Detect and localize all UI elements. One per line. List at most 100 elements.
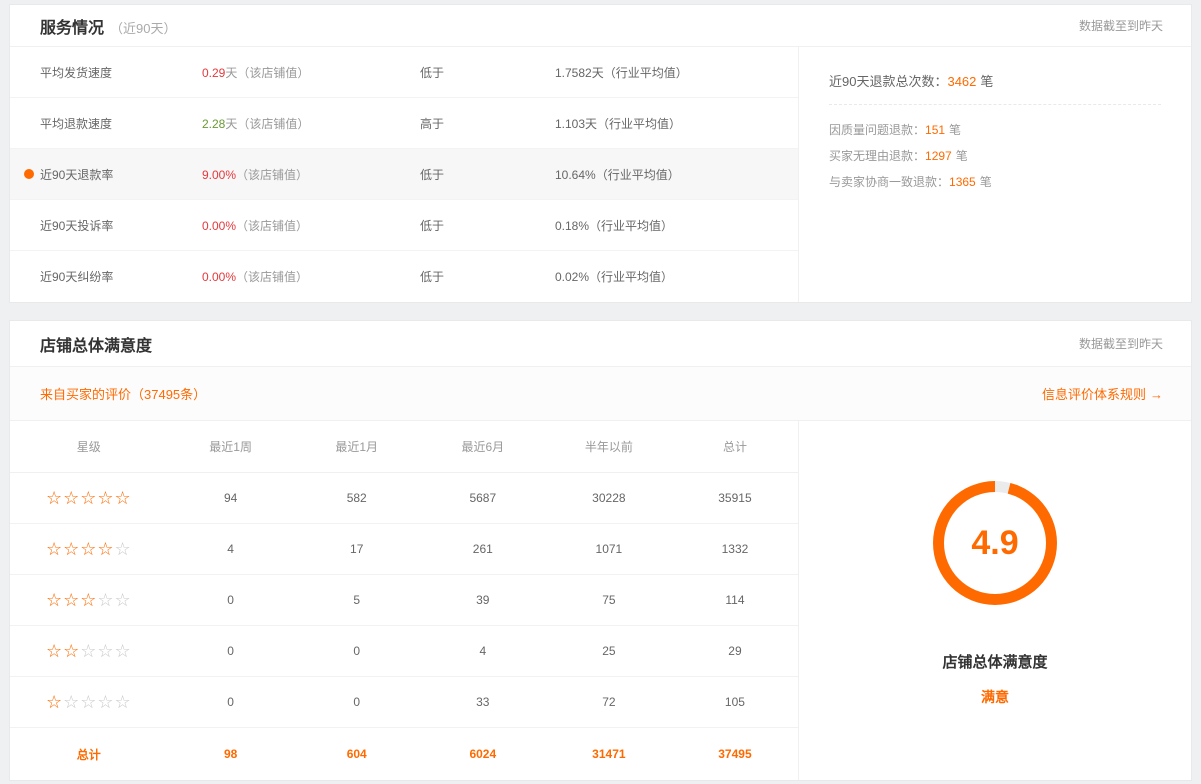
metric-label: 平均退款速度 — [10, 115, 202, 132]
gauge-title: 店铺总体满意度 — [942, 651, 1047, 672]
service-row-complaint-rate[interactable]: 近90天投诉率 0.00%（该店铺值） 低于 0.18%（行业平均值） — [10, 200, 798, 251]
col-header-total: 总计 — [672, 438, 798, 455]
dashed-divider — [829, 104, 1161, 105]
service-header: 服务情况（近90天） 数据截至到昨天 — [10, 5, 1191, 47]
table-cell: 94 — [168, 491, 294, 505]
refund-item-value: 1297 — [925, 149, 952, 163]
table-cell-total: 37495 — [672, 747, 798, 761]
table-cell: 4 — [168, 542, 294, 556]
table-cell: 33 — [420, 695, 546, 709]
table-cell: 582 — [294, 491, 420, 505]
stars-inactive-icon: ☆ — [115, 539, 132, 559]
satisfaction-section: 店铺总体满意度 数据截至到昨天 来自买家的评价（37495条） 信息评价体系规则… — [9, 320, 1192, 781]
refund-total-value: 3462 — [947, 74, 976, 89]
table-cell: 5687 — [420, 491, 546, 505]
table-cell: 0 — [294, 695, 420, 709]
table-cell-total: 604 — [294, 747, 420, 761]
stars-active-icon: ☆☆☆ — [46, 590, 97, 610]
service-title-group: 服务情况（近90天） — [40, 14, 176, 38]
stars-active-icon: ☆☆☆☆ — [46, 539, 115, 559]
refund-item-label: 与卖家协商一致退款： — [829, 175, 949, 189]
service-row-shipping-speed[interactable]: 平均发货速度 0.29天（该店铺值） 低于 1.7582天（行业平均值） — [10, 47, 798, 98]
satisfaction-header: 店铺总体满意度 数据截至到昨天 — [10, 321, 1191, 367]
rating-rules-label: 信息评价体系规则 — [1042, 387, 1146, 402]
metric-label: 近90天退款率 — [10, 166, 202, 183]
star-rating-1: ☆☆☆☆☆ — [10, 693, 168, 711]
table-cell-total: 31471 — [546, 747, 672, 761]
star-rating-2: ☆☆☆☆☆ — [10, 642, 168, 660]
table-cell: 29 — [672, 644, 798, 658]
metric-industry-value: 0.18%（行业平均值） — [555, 217, 798, 234]
refund-total: 近90天退款总次数：3462笔 — [829, 71, 1161, 90]
metric-label: 近90天投诉率 — [10, 217, 202, 234]
table-cell: 0 — [168, 695, 294, 709]
store-value: 2.28 — [202, 117, 225, 131]
table-cell: 17 — [294, 542, 420, 556]
store-value: 0.00% — [202, 219, 236, 233]
service-row-refund-speed[interactable]: 平均退款速度 2.28天（该店铺值） 高于 1.103天（行业平均值） — [10, 98, 798, 149]
table-cell: 114 — [672, 593, 798, 607]
table-cell: 1332 — [672, 542, 798, 556]
metric-industry-value: 10.64%（行业平均值） — [555, 166, 798, 183]
rating-row-2-star: ☆☆☆☆☆ 0 0 4 25 29 — [10, 626, 798, 677]
rating-row-1-star: ☆☆☆☆☆ 0 0 33 72 105 — [10, 677, 798, 728]
service-row-refund-rate[interactable]: 近90天退款率 9.00%（该店铺值） 低于 10.64%（行业平均值） — [10, 149, 798, 200]
refund-item-quality: 因质量问题退款：151笔 — [829, 117, 1161, 143]
satisfaction-score: 4.9 — [971, 524, 1018, 563]
refund-item-unit: 笔 — [956, 149, 968, 163]
metric-compare: 高于 — [420, 115, 555, 132]
refund-item-label: 买家无理由退款： — [829, 149, 925, 163]
table-cell: 0 — [294, 644, 420, 658]
store-value: 0.29 — [202, 66, 225, 80]
service-section: 服务情况（近90天） 数据截至到昨天 平均发货速度 0.29天（该店铺值） 低于… — [9, 4, 1192, 303]
store-value-suffix: （该店铺值） — [236, 219, 308, 233]
metric-store-value: 9.00%（该店铺值） — [202, 166, 420, 183]
table-cell-total: 98 — [168, 747, 294, 761]
metric-label: 近90天纠纷率 — [10, 268, 202, 285]
ratings-table: 星级 最近1周 最近1月 最近6月 半年以前 总计 ☆☆☆☆☆ 94 582 5… — [10, 421, 798, 780]
satisfaction-gauge-panel: 4.9 店铺总体满意度 满意 — [798, 421, 1191, 780]
refund-summary-panel: 近90天退款总次数：3462笔 因质量问题退款：151笔 买家无理由退款：129… — [798, 47, 1191, 302]
metric-industry-value: 0.02%（行业平均值） — [555, 268, 798, 285]
table-cell: 75 — [546, 593, 672, 607]
refund-item-no-reason: 买家无理由退款：1297 笔 — [829, 143, 1161, 169]
arrow-right-icon: → — [1150, 387, 1163, 402]
refund-item-value: 1365 — [949, 175, 976, 189]
stars-inactive-icon: ☆☆☆☆ — [63, 692, 132, 712]
rating-row-4-star: ☆☆☆☆☆ 4 17 261 1071 1332 — [10, 524, 798, 575]
table-cell: 105 — [672, 695, 798, 709]
metric-compare: 低于 — [420, 217, 555, 234]
stars-active-icon: ☆☆ — [46, 641, 80, 661]
seller-dashboard: 服务情况（近90天） 数据截至到昨天 平均发货速度 0.29天（该店铺值） 低于… — [0, 0, 1201, 781]
table-cell: 5 — [294, 593, 420, 607]
metric-store-value: 0.00%（该店铺值） — [202, 217, 420, 234]
ratings-totals-row: 总计 98 604 6024 31471 37495 — [10, 728, 798, 780]
totals-label: 总计 — [10, 746, 168, 763]
table-cell: 261 — [420, 542, 546, 556]
table-cell: 72 — [546, 695, 672, 709]
rating-row-3-star: ☆☆☆☆☆ 0 5 39 75 114 — [10, 575, 798, 626]
table-cell: 39 — [420, 593, 546, 607]
col-header-month: 最近1月 — [294, 438, 420, 455]
table-cell: 1071 — [546, 542, 672, 556]
table-cell: 0 — [168, 593, 294, 607]
table-cell: 4 — [420, 644, 546, 658]
star-rating-3: ☆☆☆☆☆ — [10, 591, 168, 609]
gauge-status-badge: 满意 — [981, 687, 1009, 707]
satisfaction-gauge-inner: 4.9 — [944, 492, 1046, 594]
stars-inactive-icon: ☆☆☆ — [80, 641, 131, 661]
refund-item-unit: 笔 — [949, 123, 961, 137]
service-row-dispute-rate[interactable]: 近90天纠纷率 0.00%（该店铺值） 低于 0.02%（行业平均值） — [10, 251, 798, 302]
rating-rules-link[interactable]: 信息评价体系规则 → — [1042, 384, 1163, 403]
buyer-reviews-count: 来自买家的评价（37495条） — [40, 384, 206, 403]
refund-item-unit: 笔 — [980, 175, 992, 189]
star-rating-5: ☆☆☆☆☆ — [10, 489, 168, 507]
satisfaction-gauge-ring: 4.9 — [933, 481, 1057, 605]
table-cell-total: 6024 — [420, 747, 546, 761]
metric-compare: 低于 — [420, 166, 555, 183]
metric-label: 平均发货速度 — [10, 64, 202, 81]
stars-active-icon: ☆ — [46, 692, 63, 712]
store-value-suffix: 天（该店铺值） — [225, 117, 309, 131]
data-note: 数据截至到昨天 — [1079, 17, 1163, 34]
metric-store-value: 0.00%（该店铺值） — [202, 268, 420, 285]
